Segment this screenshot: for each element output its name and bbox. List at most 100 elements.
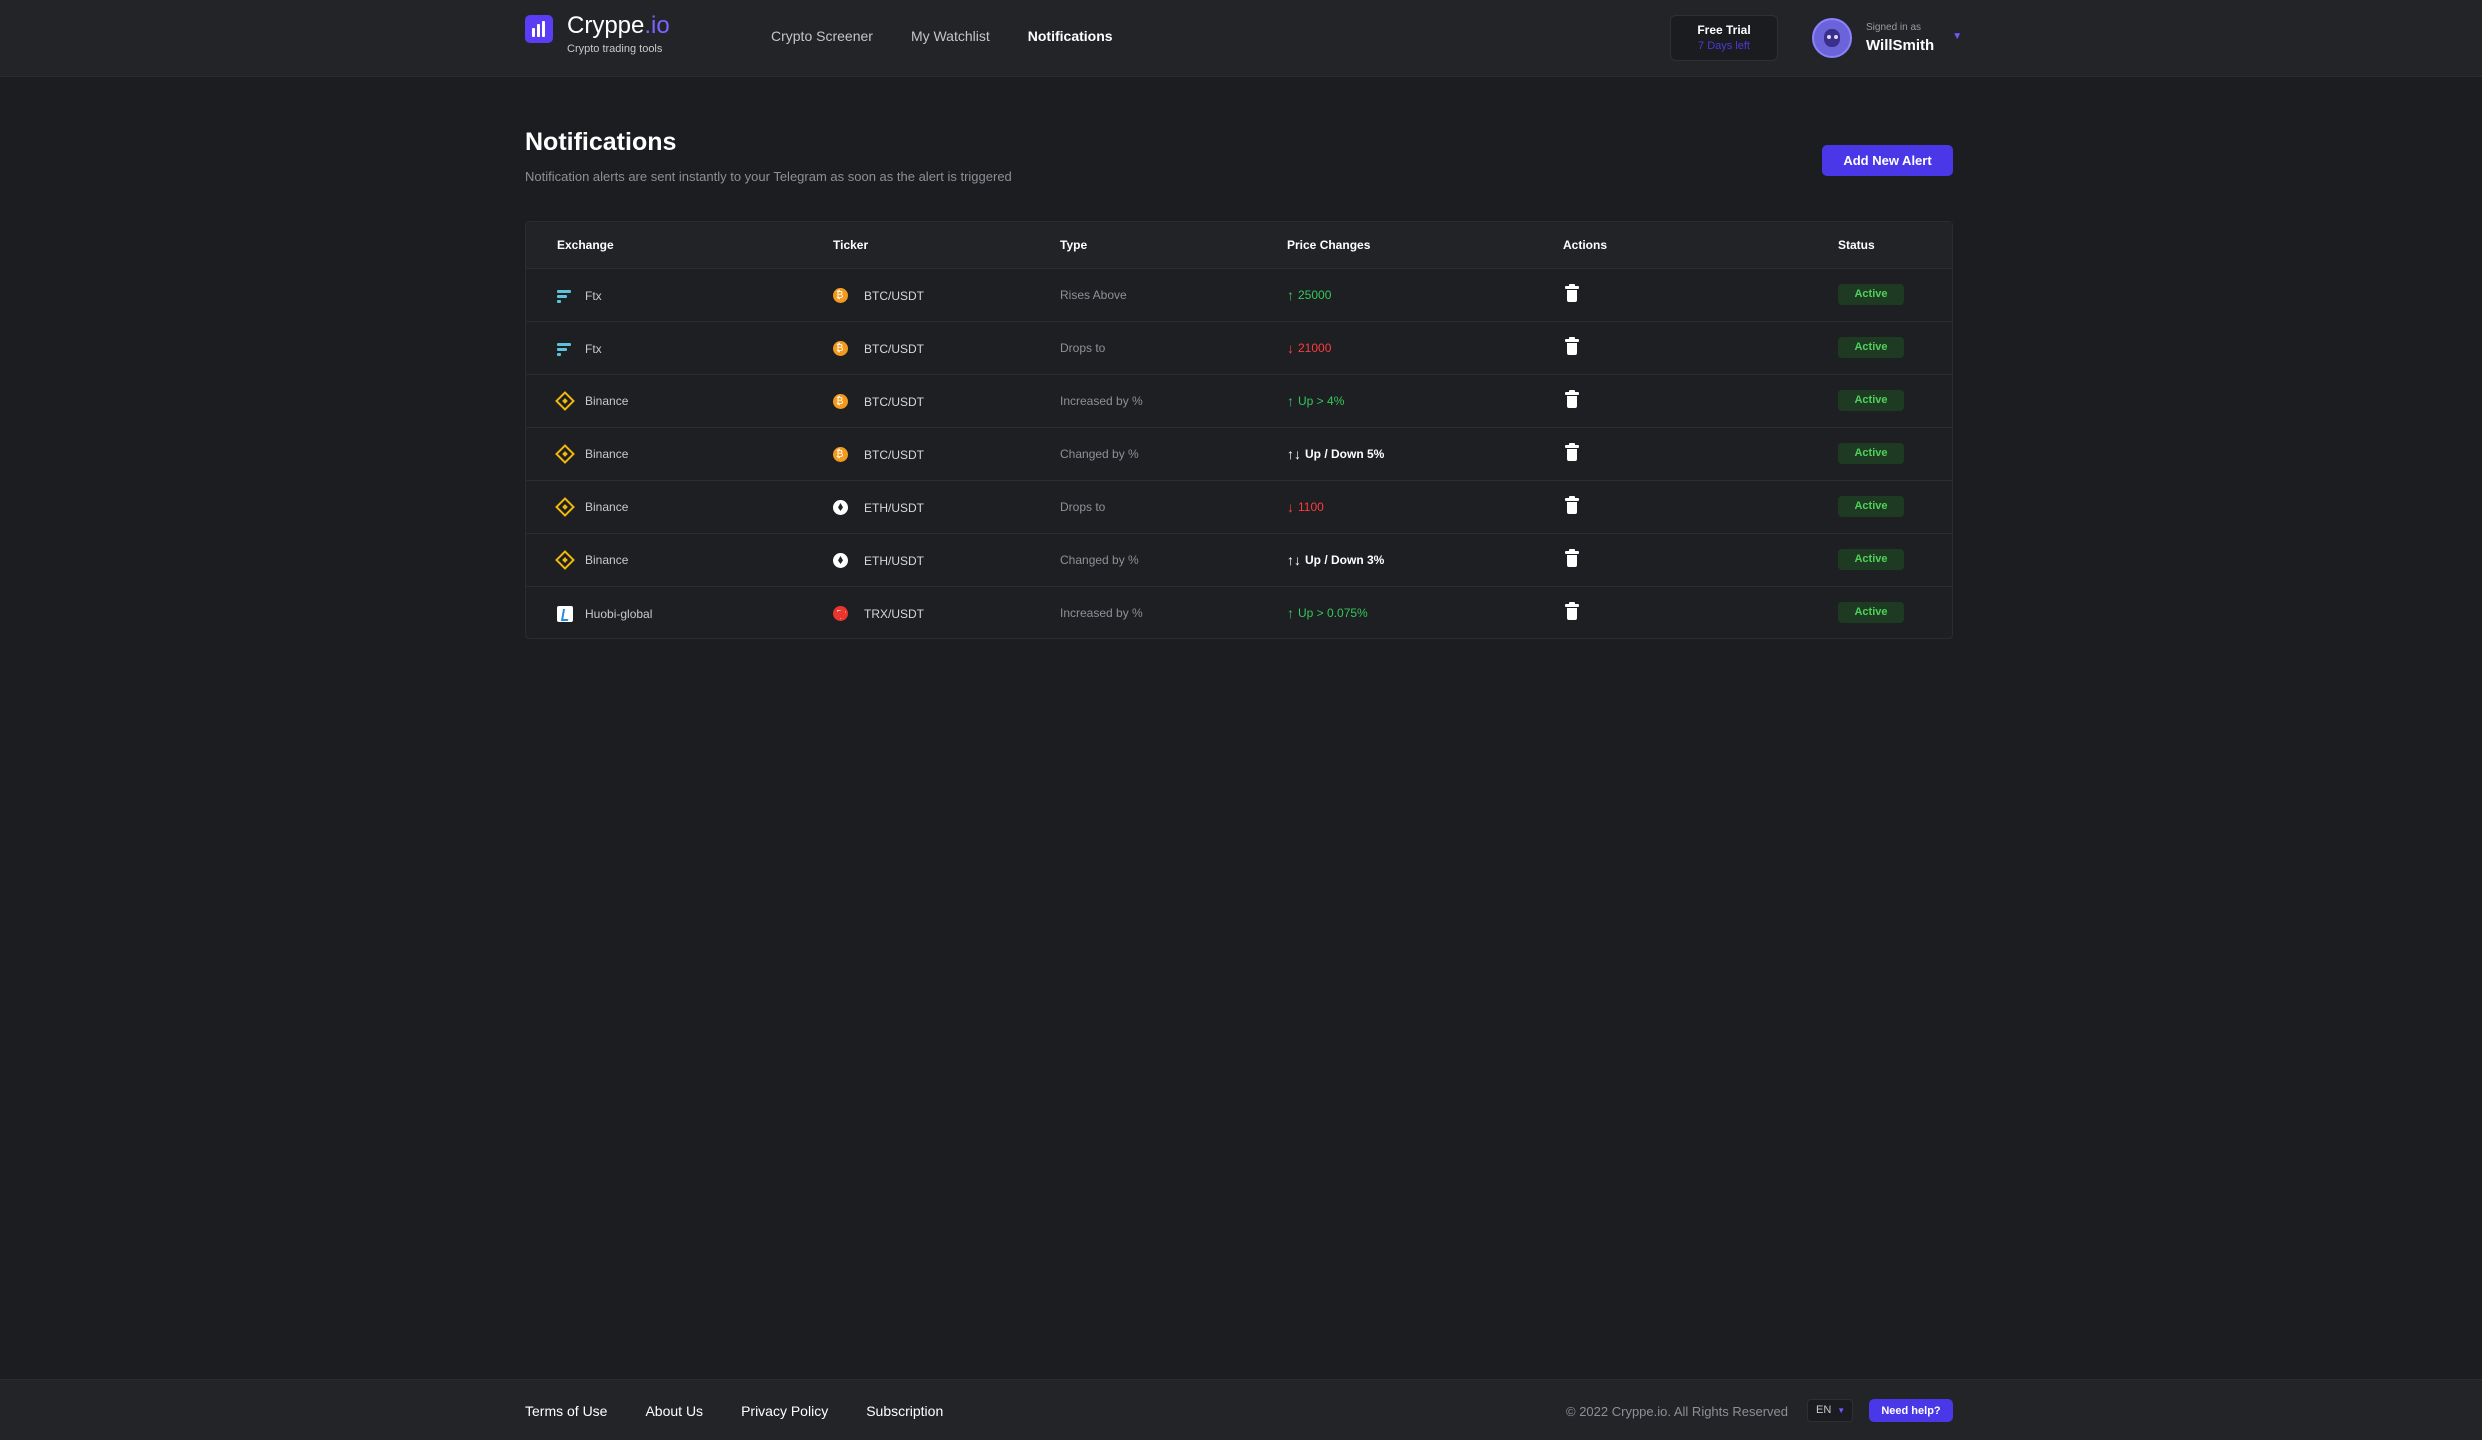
arrow-down-icon: ↓ xyxy=(1287,499,1294,515)
eth-icon xyxy=(833,500,848,515)
arrow-up-down-icon: ↑↓ xyxy=(1287,446,1301,462)
ticker-cell: BTC/USDT xyxy=(833,447,924,462)
trial-title: Free Trial xyxy=(1697,23,1751,37)
status-cell: Active xyxy=(1838,549,1904,570)
add-new-alert-button[interactable]: Add New Alert xyxy=(1822,145,1953,176)
language-value: EN xyxy=(1816,1404,1832,1416)
footer-links: Terms of Use About Us Privacy Policy Sub… xyxy=(525,1403,981,1419)
alert-type: Increased by % xyxy=(1060,606,1143,620)
price-change-cell: ↑↓ Up / Down 3% xyxy=(1287,553,1384,567)
ticker-cell: ETH/USDT xyxy=(833,500,924,515)
arrow-up-icon: ↑ xyxy=(1287,393,1294,409)
trash-icon[interactable] xyxy=(1565,602,1579,620)
alert-type: Rises Above xyxy=(1060,288,1127,302)
actions-cell xyxy=(1565,602,1579,620)
footer-link-privacy[interactable]: Privacy Policy xyxy=(741,1403,828,1419)
actions-cell xyxy=(1565,337,1579,355)
status-cell: Active xyxy=(1838,337,1904,358)
page-subtitle: Notification alerts are sent instantly t… xyxy=(525,169,1012,184)
exchange-name: Binance xyxy=(585,447,629,461)
arrow-up-icon: ↑ xyxy=(1287,287,1294,303)
need-help-button[interactable]: Need help? xyxy=(1869,1399,1953,1422)
price-change-value: Up > 0.075% xyxy=(1298,606,1368,620)
ftx-icon xyxy=(557,341,573,357)
column-header-ticker: Ticker xyxy=(833,238,869,252)
binance-icon xyxy=(555,391,575,411)
language-select[interactable]: EN ▼ xyxy=(1807,1399,1853,1422)
nav-crypto-screener[interactable]: Crypto Screener xyxy=(771,28,873,44)
price-change-cell: ↓ 21000 xyxy=(1287,341,1331,355)
footer-link-subscription[interactable]: Subscription xyxy=(866,1403,943,1419)
ticker-cell: BTC/USDT xyxy=(833,341,924,356)
price-change-value: Up / Down 5% xyxy=(1305,447,1385,461)
logo-tagline: Crypto trading tools xyxy=(567,43,663,55)
logo[interactable]: Cryppe.io Crypto trading tools xyxy=(525,13,670,55)
btc-icon xyxy=(833,341,848,356)
price-change-value: 21000 xyxy=(1298,341,1332,355)
arrow-down-icon: ↓ xyxy=(1287,340,1294,356)
trash-icon[interactable] xyxy=(1565,496,1579,514)
btc-icon xyxy=(833,288,848,303)
exchange-cell: Binance xyxy=(555,497,628,517)
status-cell: Active xyxy=(1838,390,1904,411)
binance-icon xyxy=(555,497,575,517)
trash-icon[interactable] xyxy=(1565,390,1579,408)
binance-icon xyxy=(555,550,575,570)
trash-icon[interactable] xyxy=(1565,337,1579,355)
exchange-cell: Ftx xyxy=(557,341,602,357)
ticker-symbol: BTC/USDT xyxy=(864,447,924,462)
exchange-cell: Binance xyxy=(555,391,628,411)
status-badge: Active xyxy=(1838,337,1904,358)
table-row: Binance BTC/USDT Increased by % ↑ Up > 4% Act… xyxy=(526,375,1952,428)
trash-icon[interactable] xyxy=(1565,284,1579,302)
nav-notifications[interactable]: Notifications xyxy=(1028,28,1113,44)
nav-my-watchlist[interactable]: My Watchlist xyxy=(911,28,990,44)
alerts-table: Exchange Ticker Type Price Changes Actio… xyxy=(525,221,1953,639)
signed-in-label: Signed in as xyxy=(1866,22,1922,33)
arrow-up-icon: ↑ xyxy=(1287,605,1294,621)
ticker-symbol: BTC/USDT xyxy=(864,288,924,303)
status-cell: Active xyxy=(1838,284,1904,305)
column-header-exchange: Exchange xyxy=(557,238,614,252)
table-row: Binance ETH/USDT Changed by % ↑↓ Up / Down 3… xyxy=(526,534,1952,587)
free-trial-badge[interactable]: Free Trial 7 Days left xyxy=(1670,15,1778,61)
trash-icon[interactable] xyxy=(1565,549,1579,567)
status-cell: Active xyxy=(1838,443,1904,464)
footer-link-about[interactable]: About Us xyxy=(645,1403,703,1419)
alert-type: Drops to xyxy=(1060,500,1106,514)
table-row: Ftx BTC/USDT Drops to ↓ 21000 Active xyxy=(526,322,1952,375)
user-menu[interactable]: Signed in as WillSmith ▼ xyxy=(1812,18,1962,58)
alert-type: Changed by % xyxy=(1060,553,1139,567)
actions-cell xyxy=(1565,443,1579,461)
main-nav: Crypto Screener My Watchlist Notificatio… xyxy=(771,28,1151,44)
price-change-cell: ↑↓ Up / Down 5% xyxy=(1287,447,1384,461)
page: Cryppe.io Crypto trading tools Crypto Sc… xyxy=(0,0,2482,1440)
status-cell: Active xyxy=(1838,602,1904,623)
column-header-price-changes: Price Changes xyxy=(1287,238,1371,252)
eth-icon xyxy=(833,553,848,568)
actions-cell xyxy=(1565,496,1579,514)
ticker-cell: BTC/USDT xyxy=(833,288,924,303)
chevron-down-icon[interactable]: ▼ xyxy=(1952,31,1962,42)
column-header-type: Type xyxy=(1060,238,1088,252)
exchange-cell: Huobi-global xyxy=(557,606,652,622)
trx-icon xyxy=(833,606,848,621)
price-change-cell: ↓ 1100 xyxy=(1287,500,1324,514)
ticker-cell: TRX/USDT xyxy=(833,606,924,621)
price-change-cell: ↑ Up > 4% xyxy=(1287,394,1344,408)
trash-icon[interactable] xyxy=(1565,443,1579,461)
ticker-symbol: BTC/USDT xyxy=(864,394,924,409)
alert-type: Increased by % xyxy=(1060,394,1143,408)
actions-cell xyxy=(1565,284,1579,302)
ticker-symbol: BTC/USDT xyxy=(864,341,924,356)
btc-icon xyxy=(833,447,848,462)
footer-link-terms[interactable]: Terms of Use xyxy=(525,1403,607,1419)
column-header-actions: Actions xyxy=(1563,238,1608,252)
top-bar: Cryppe.io Crypto trading tools Crypto Sc… xyxy=(0,0,2482,77)
exchange-name: Binance xyxy=(585,553,629,567)
status-badge: Active xyxy=(1838,390,1904,411)
exchange-name: Ftx xyxy=(585,342,602,356)
status-badge: Active xyxy=(1838,496,1904,517)
price-change-cell: ↑ 25000 xyxy=(1287,288,1331,302)
price-change-value: 1100 xyxy=(1298,500,1324,514)
